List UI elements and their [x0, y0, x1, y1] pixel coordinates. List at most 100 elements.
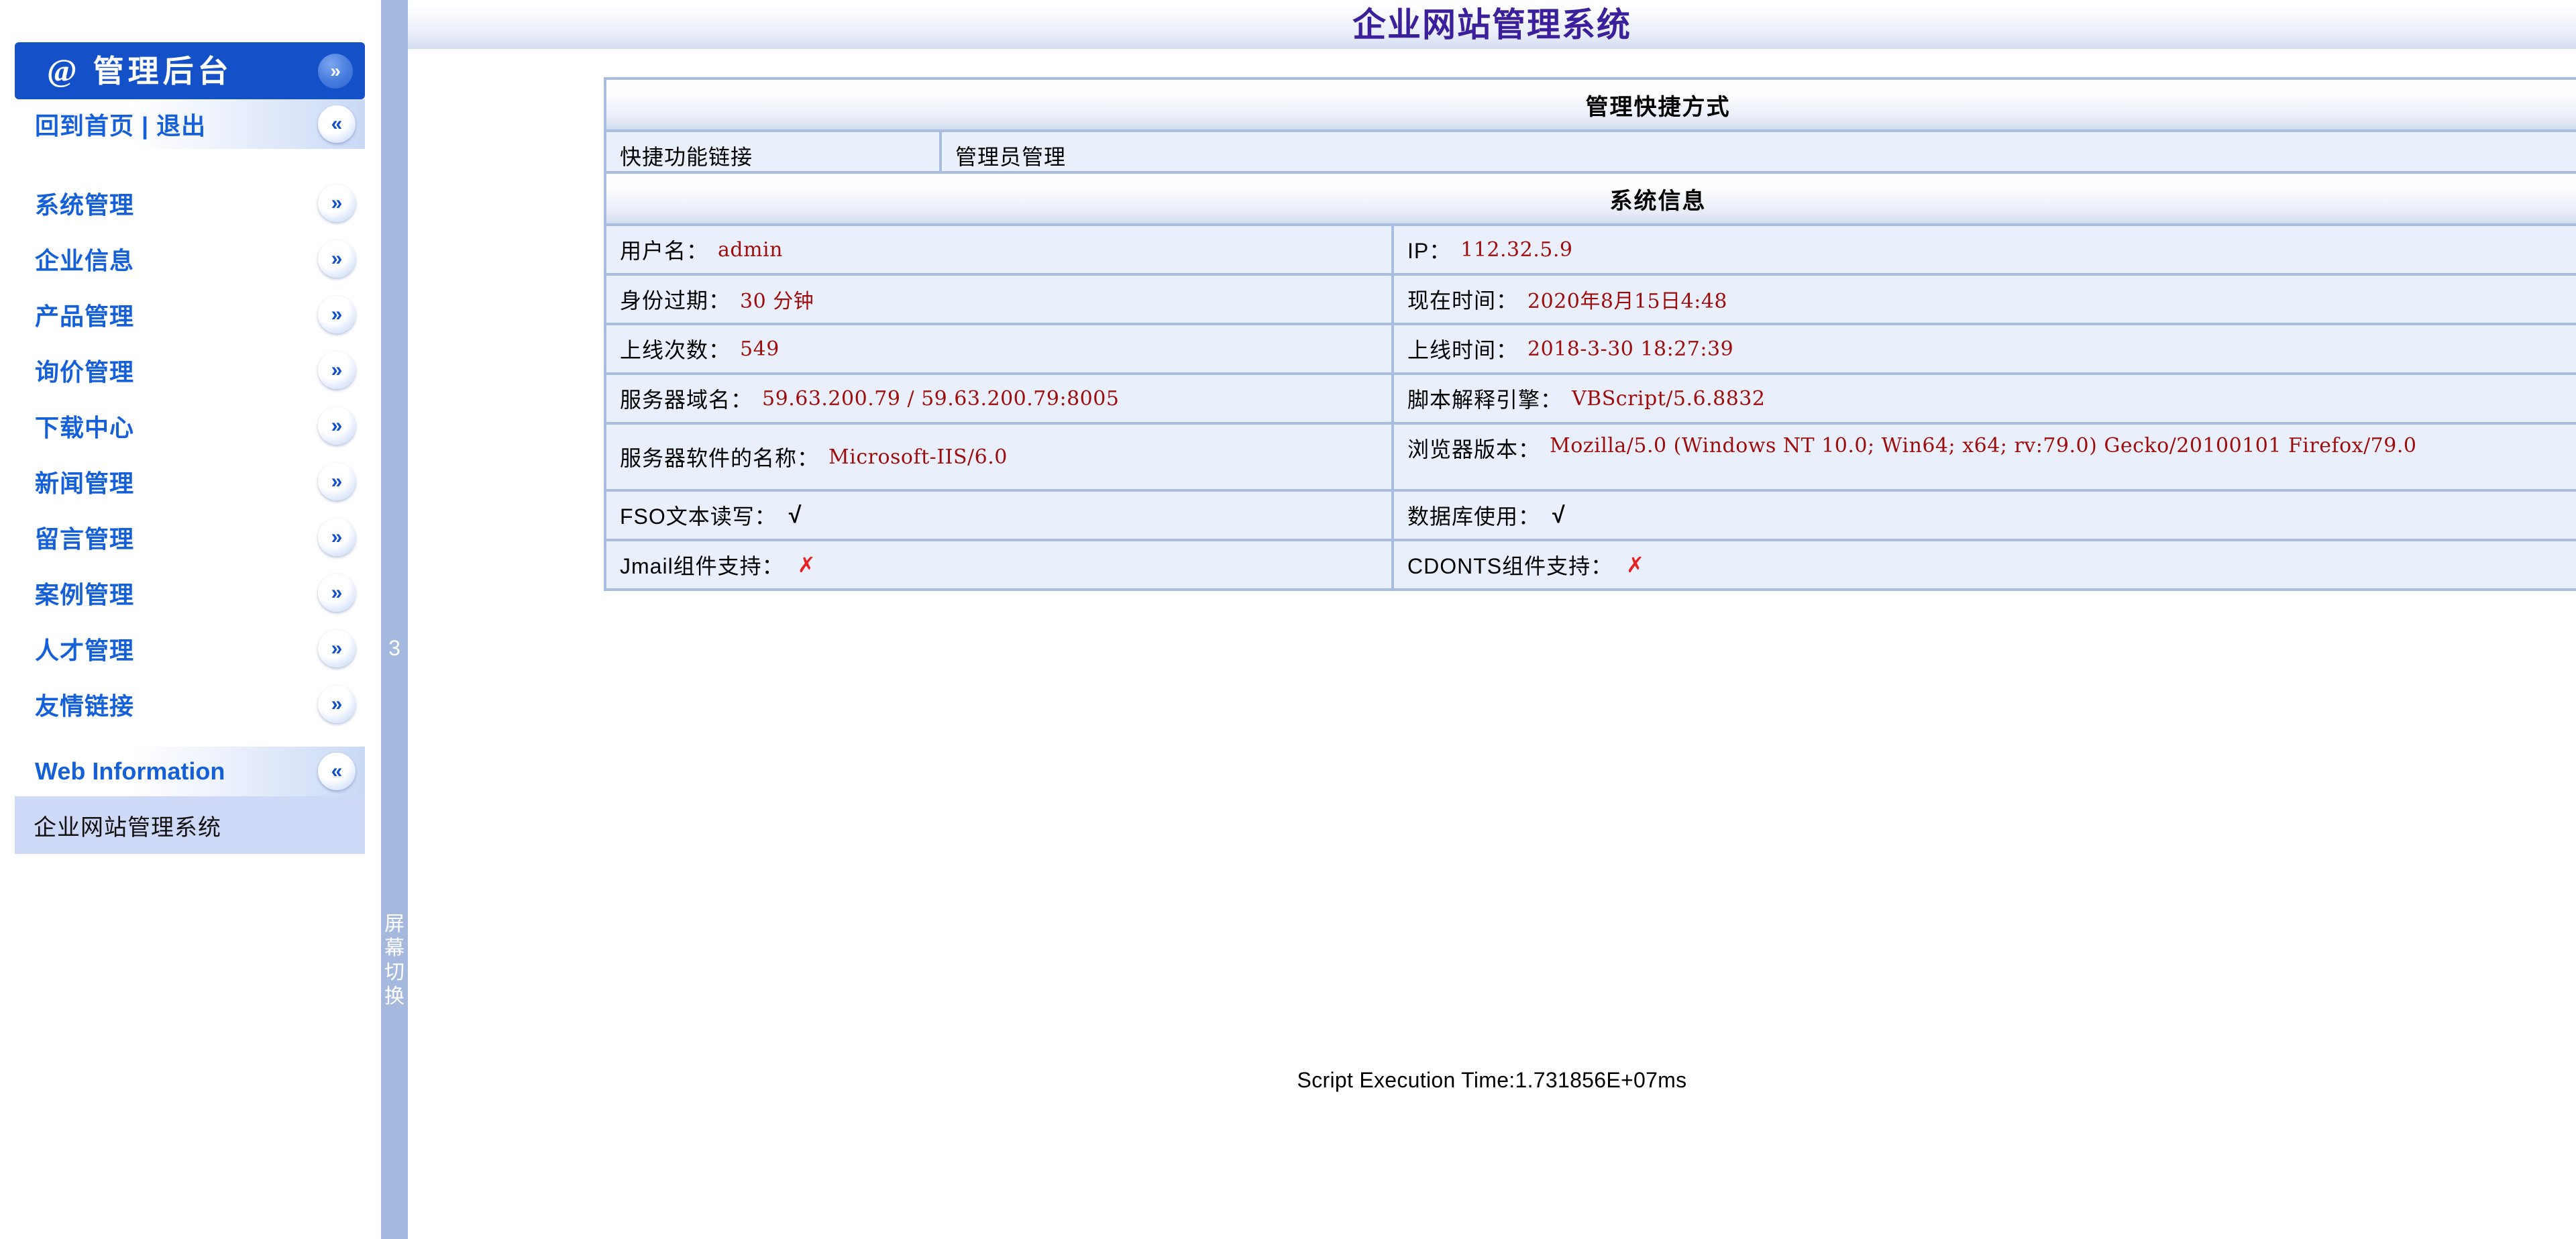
chevron-double-down-icon[interactable]: »	[318, 630, 356, 667]
sysinfo-cell-script-engine: 脚本解释引擎： VBScript/5.6.8832	[1394, 375, 2576, 422]
sidebar-item-label[interactable]: Web Information	[35, 757, 225, 786]
sidebar-item-label[interactable]: 询价管理	[35, 353, 134, 388]
sidebar-item-label[interactable]: 企业信息	[35, 241, 134, 276]
field-label: 上线次数：	[620, 338, 731, 362]
sysinfo-cell-ip: IP： 112.32.5.9	[1394, 226, 2576, 273]
sidebar-item-label[interactable]: 下载中心	[35, 409, 134, 443]
table-row: FSO文本读写： √ 数据库使用： √	[606, 492, 2576, 541]
sidebar-item-case[interactable]: 案例管理 »	[15, 568, 365, 618]
field-label: CDONTS组件支持：	[1407, 554, 1613, 578]
page-title: 企业网站管理系统	[1352, 6, 1631, 44]
sidebar: @ 管理后台 » 回到首页 | 退出 « 系统管理 » 企业信息 » 产品管理 …	[0, 0, 376, 1239]
field-label: 上线时间：	[1407, 338, 1519, 362]
script-execution-time: Script Execution Time:1.731856E+07ms	[1297, 1068, 1687, 1092]
field-value: 549	[740, 337, 780, 361]
sidebar-item-label[interactable]: 新闻管理	[35, 464, 134, 499]
sidebar-item-system[interactable]: 系统管理 »	[15, 178, 365, 228]
sidebar-top-links[interactable]: 回到首页 | 退出 «	[15, 99, 365, 149]
cross-icon: ✗	[797, 553, 816, 577]
shortcut-panel-title: 管理快捷方式	[1585, 94, 1731, 120]
sidebar-item-web-information[interactable]: Web Information «	[15, 747, 365, 796]
field-value: 2018-3-30 18:27:39	[1527, 337, 1734, 361]
field-label: 服务器域名：	[620, 388, 753, 412]
sysinfo-cell-session-expiry: 身份过期： 30 分钟	[606, 276, 1394, 323]
chevron-double-down-icon[interactable]: »	[318, 53, 353, 89]
sidebar-current-item[interactable]: 企业网站管理系统	[15, 796, 365, 854]
chevron-double-down-icon[interactable]: »	[318, 407, 356, 445]
chevron-double-left-icon[interactable]: «	[318, 105, 356, 143]
at-icon: @	[47, 52, 77, 89]
field-label: 用户名：	[620, 239, 709, 263]
sidebar-item-news[interactable]: 新闻管理 »	[15, 457, 365, 506]
splitter-label-char: 屏	[384, 913, 405, 935]
sidebar-item-label[interactable]: 系统管理	[35, 186, 134, 221]
sysinfo-cell-jmail: Jmail组件支持： ✗	[606, 541, 1394, 588]
sidebar-item-label[interactable]: 案例管理	[35, 576, 134, 610]
sidebar-item-label[interactable]: 人才管理	[35, 631, 134, 666]
field-label: 数据库使用：	[1407, 504, 1541, 529]
main-content: 管理快捷方式 快捷功能链接 管理员管理 系统信息 用户名： admin IP：	[408, 49, 2576, 1239]
chevron-double-left-icon[interactable]: «	[318, 753, 356, 790]
splitter-number: 3	[388, 636, 400, 660]
chevron-double-down-icon[interactable]: »	[318, 184, 356, 222]
sidebar-brand-title: 管理后台	[93, 53, 233, 89]
checkmark-icon: √	[788, 502, 802, 528]
sysinfo-cell-fso: FSO文本读写： √	[606, 492, 1394, 539]
shortcut-link-admin[interactable]: 管理员管理	[955, 140, 1066, 171]
sidebar-item-label[interactable]: 产品管理	[35, 297, 134, 332]
sysinfo-cell-username: 用户名： admin	[606, 226, 1394, 273]
chevron-double-down-icon[interactable]: »	[318, 574, 356, 612]
chevron-double-down-icon[interactable]: »	[318, 463, 356, 500]
sidebar-item-download[interactable]: 下载中心 »	[15, 401, 365, 451]
field-label: 浏览器版本：	[1407, 437, 1541, 462]
chevron-double-down-icon[interactable]: »	[318, 296, 356, 333]
sidebar-item-label[interactable]: 留言管理	[35, 520, 134, 555]
chevron-double-down-icon[interactable]: »	[318, 352, 356, 389]
sidebar-item-product[interactable]: 产品管理 »	[15, 290, 365, 339]
sidebar-item-company[interactable]: 企业信息 »	[15, 234, 365, 284]
sysinfo-panel: 系统信息 用户名： admin IP： 112.32.5.9 身份过期： 30 …	[604, 171, 2576, 591]
field-label: 脚本解释引擎：	[1407, 388, 1563, 412]
shortcut-panel-header: 管理快捷方式	[606, 80, 2576, 132]
sidebar-item-label[interactable]: 友情链接	[35, 687, 134, 722]
sidebar-item-message[interactable]: 留言管理 »	[15, 513, 365, 562]
field-label: IP：	[1407, 239, 1452, 263]
field-label: FSO文本读写：	[620, 504, 777, 529]
sysinfo-cell-server-software: 服务器软件的名称： Microsoft-IIS/6.0	[606, 425, 1394, 489]
sidebar-item-talent[interactable]: 人才管理 »	[15, 624, 365, 674]
sidebar-brand: @ 管理后台 »	[15, 42, 365, 99]
field-label: Jmail组件支持：	[620, 554, 784, 578]
table-row: 服务器域名： 59.63.200.79 / 59.63.200.79:8005 …	[606, 375, 2576, 425]
field-value: Microsoft-IIS/6.0	[828, 445, 1008, 469]
field-value: 112.32.5.9	[1460, 237, 1573, 262]
field-label: 现在时间：	[1407, 288, 1519, 313]
field-value: 2020年8月15日4:48	[1527, 290, 1727, 313]
splitter-label-char: 换	[384, 985, 405, 1008]
sysinfo-cell-online-time: 上线时间： 2018-3-30 18:27:39	[1394, 325, 2576, 372]
splitter-label-char: 幕	[384, 937, 405, 959]
sysinfo-cell-browser-version: 浏览器版本： Mozilla/5.0 (Windows NT 10.0; Win…	[1394, 425, 2576, 489]
chevron-double-down-icon[interactable]: »	[318, 686, 356, 723]
sysinfo-cell-current-time: 现在时间： 2020年8月15日4:48	[1394, 276, 2576, 323]
sysinfo-cell-server-domain: 服务器域名： 59.63.200.79 / 59.63.200.79:8005	[606, 375, 1394, 422]
sysinfo-cell-database: 数据库使用： √	[1394, 492, 2576, 539]
chevron-double-down-icon[interactable]: »	[318, 240, 356, 278]
field-value: VBScript/5.6.8832	[1572, 386, 1766, 411]
table-row: 用户名： admin IP： 112.32.5.9	[606, 226, 2576, 276]
checkmark-icon: √	[1552, 502, 1566, 528]
table-row: 上线次数： 549 上线时间： 2018-3-30 18:27:39	[606, 325, 2576, 375]
sysinfo-panel-title: 系统信息	[1609, 188, 1707, 214]
sidebar-item-links[interactable]: 友情链接 »	[15, 680, 365, 729]
sidebar-item-inquiry[interactable]: 询价管理 »	[15, 345, 365, 395]
table-row: 身份过期： 30 分钟 现在时间： 2020年8月15日4:48	[606, 276, 2576, 325]
chevron-double-down-icon[interactable]: »	[318, 519, 356, 556]
field-value: admin	[718, 237, 783, 262]
sysinfo-cell-login-count: 上线次数： 549	[606, 325, 1394, 372]
field-label: 服务器软件的名称：	[620, 446, 820, 470]
field-value: 30 分钟	[740, 290, 814, 313]
table-row: 服务器软件的名称： Microsoft-IIS/6.0 浏览器版本： Mozil…	[606, 425, 2576, 492]
admin-console-page: @ 管理后台 » 回到首页 | 退出 « 系统管理 » 企业信息 » 产品管理 …	[0, 0, 2576, 1239]
screen-splitter[interactable]: 3 屏 幕 切 换	[381, 0, 408, 1239]
splitter-toggle-label[interactable]: 屏 幕 切 换	[381, 912, 408, 1009]
sidebar-top-links-label[interactable]: 回到首页 | 退出	[35, 107, 206, 142]
